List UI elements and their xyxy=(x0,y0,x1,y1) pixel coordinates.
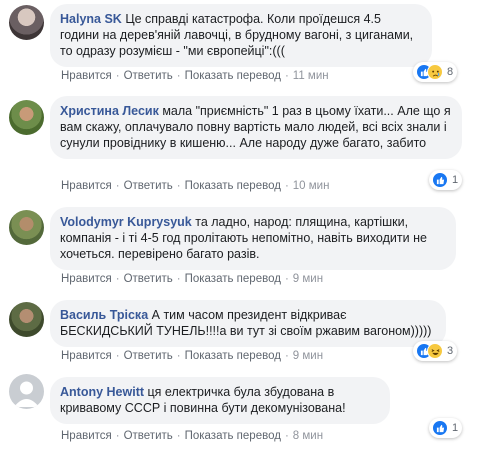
reply-link[interactable]: Ответить xyxy=(124,273,173,285)
comment-bubble: Halyna SK Це справді катастрофа. Коли пр… xyxy=(50,4,432,67)
like-link[interactable]: Нравится xyxy=(61,350,112,362)
comment-actions: Нравится · Ответить · Показать перевод · 9 мин xyxy=(61,350,324,362)
like-link[interactable]: Нравится xyxy=(61,180,112,192)
timestamp[interactable]: 8 мин xyxy=(293,430,323,442)
like-link[interactable]: Нравится xyxy=(61,273,112,285)
timestamp[interactable]: 11 мин xyxy=(293,70,329,82)
translate-link[interactable]: Показать перевод xyxy=(185,273,281,285)
avatar[interactable] xyxy=(9,100,44,135)
translate-link[interactable]: Показать перевод xyxy=(185,70,281,82)
reply-link[interactable]: Ответить xyxy=(124,180,173,192)
translate-link[interactable]: Показать перевод xyxy=(185,350,281,362)
avatar[interactable] xyxy=(9,302,44,337)
reaction-count: 8 xyxy=(447,66,454,78)
like-icon xyxy=(432,420,448,436)
timestamp[interactable]: 10 мин xyxy=(293,180,330,192)
reaction-count: 1 xyxy=(452,174,459,186)
reply-link[interactable]: Ответить xyxy=(124,430,173,442)
comment-actions: Нравится · Ответить · Показать перевод · 10 ми… xyxy=(61,180,330,192)
sad-icon xyxy=(427,64,443,80)
default-avatar-icon xyxy=(14,381,39,407)
comment-author[interactable]: Halyna SK xyxy=(60,12,122,26)
comment-actions: Нравится · Ответить · Показать перевод · 11 ми… xyxy=(61,70,329,82)
translate-link[interactable]: Показать перевод xyxy=(185,430,281,442)
reaction-summary[interactable]: 1 xyxy=(429,418,463,438)
comment-bubble: Христина Лесик мала "приємність" 1 раз в… xyxy=(50,96,462,159)
comment-bubble: Volodymyr Kuprysyuk та ладно, народ: пля… xyxy=(50,207,456,270)
comment-actions: Нравится · Ответить · Показать перевод · 8 мин xyxy=(61,430,324,442)
comment-author[interactable]: Василь Тріска xyxy=(60,308,148,322)
like-icon xyxy=(432,172,448,188)
comment-author[interactable]: Христина Лесик xyxy=(60,104,159,118)
comment-bubble: Василь Тріска А тим часом президент відк… xyxy=(50,300,446,347)
comment-author[interactable]: Antony Hewitt xyxy=(60,385,144,399)
haha-icon xyxy=(427,343,443,359)
timestamp[interactable]: 9 мин xyxy=(293,350,323,362)
reaction-summary[interactable]: 3 xyxy=(413,341,458,361)
comment-actions: Нравится · Ответить · Показать перевод · 9 мин xyxy=(61,273,324,285)
avatar[interactable] xyxy=(9,5,44,40)
reaction-count: 1 xyxy=(452,422,459,434)
reaction-summary[interactable]: 8 xyxy=(413,62,458,82)
like-link[interactable]: Нравится xyxy=(61,70,112,82)
comment-bubble: Antony Hewitt ця електричка була збудова… xyxy=(50,377,390,424)
timestamp[interactable]: 9 мин xyxy=(293,273,323,285)
reply-link[interactable]: Ответить xyxy=(124,350,173,362)
reaction-count: 3 xyxy=(447,345,454,357)
comment-author[interactable]: Volodymyr Kuprysyuk xyxy=(60,215,192,229)
like-link[interactable]: Нравится xyxy=(61,430,112,442)
avatar[interactable] xyxy=(9,210,44,245)
reply-link[interactable]: Ответить xyxy=(124,70,173,82)
reaction-summary[interactable]: 1 xyxy=(429,170,463,190)
avatar[interactable] xyxy=(9,374,44,409)
translate-link[interactable]: Показать перевод xyxy=(185,180,281,192)
